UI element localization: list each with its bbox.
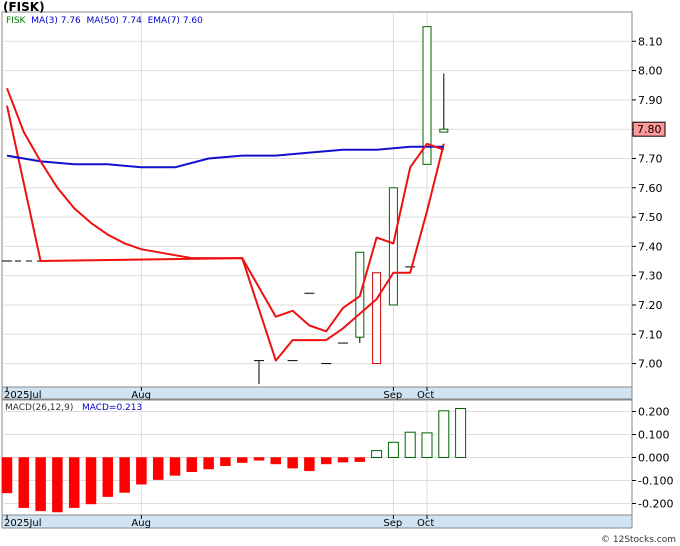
- macd-bar: [270, 457, 282, 465]
- legend-ma50-label: MA(50): [86, 16, 119, 26]
- macd-x-tick-label: Oct: [417, 518, 434, 529]
- macd-bar: [52, 457, 63, 513]
- legend-ma3-value: 7.76: [60, 16, 81, 26]
- macd-x-axis-strip: [1, 514, 633, 529]
- macd-bar: [85, 457, 97, 505]
- macd-y-tick-label: 0.000: [638, 452, 670, 465]
- last-price-label: 7.80: [637, 123, 662, 136]
- macd-y-tick-label: 0.200: [638, 406, 670, 419]
- price-panel: 7.00 7.10 7.20 7.30 7.40 7.50 7.60 7.70 7.80 7.90…: [1, 11, 666, 401]
- macd-legend: MACD(26,12,9) MACD=0.213: [5, 403, 142, 413]
- price-y-tick-label: 8.00: [638, 65, 663, 78]
- macd-bar: [337, 457, 349, 463]
- macd-bar: [68, 457, 80, 508]
- price-y-tick-label: 7.90: [638, 94, 663, 107]
- macd-bar: [152, 457, 164, 480]
- macd-value-label: MACD=0.213: [81, 403, 143, 413]
- price-y-tick-label: 7.60: [638, 182, 663, 195]
- price-y-tick-label: 7.50: [638, 211, 663, 224]
- macd-bar: [455, 408, 467, 459]
- price-y-tick-label: 7.30: [638, 270, 663, 283]
- macd-bar: [35, 457, 46, 512]
- price-y-tick-label: 7.10: [638, 328, 663, 341]
- legend-symbol: FISK: [6, 16, 26, 26]
- site-credit: © 12Stocks.com: [601, 535, 676, 545]
- candle-body: [439, 128, 449, 133]
- macd-y-tick-label: -0.200: [638, 498, 673, 511]
- macd-bar: [169, 457, 181, 476]
- macd-bar: [253, 457, 265, 461]
- price-y-tick-label: 8.10: [638, 35, 663, 48]
- macd-bar: [354, 457, 366, 462]
- macd-params-label: MACD(26,12,9): [5, 403, 74, 413]
- price-x-tick-label: Oct: [417, 390, 434, 401]
- macd-panel: -0.200 -0.100 0.000 0.100 0.200 2025Jul Aug Sep…: [1, 399, 673, 529]
- macd-bar: [421, 432, 433, 459]
- legend-ema7-label: EMA(7): [147, 16, 180, 26]
- macd-y-tick-label: -0.100: [638, 475, 673, 488]
- legend-ma3-label: MA(3): [31, 16, 58, 26]
- macd-bar: [404, 431, 416, 459]
- macd-y-tick-label: 0.100: [638, 429, 670, 442]
- price-y-tick-label: 7.00: [638, 358, 663, 371]
- macd-bar: [203, 457, 214, 470]
- macd-bar: [287, 457, 298, 469]
- stock-chart: 7.00 7.10 7.20 7.30 7.40 7.50 7.60 7.70 7.80 7.90…: [1, 11, 673, 529]
- macd-bar: [102, 457, 114, 497]
- macd-bar: [136, 457, 147, 485]
- macd-bar: [304, 457, 315, 472]
- chart-title: (FISK): [3, 0, 45, 14]
- macd-bar: [1, 457, 13, 494]
- price-plot-area: [1, 11, 633, 388]
- price-y-tick-label: 7.20: [638, 299, 663, 312]
- legend-ema7-value: 7.60: [182, 16, 203, 26]
- macd-bar: [186, 457, 198, 473]
- price-y-tick-label: 7.70: [638, 152, 663, 165]
- price-x-tick-label: 2025Jul: [4, 390, 42, 401]
- macd-bar: [320, 457, 332, 465]
- price-y-tick-label: 7.40: [638, 240, 663, 253]
- macd-bar: [220, 457, 231, 467]
- macd-x-tick-label: Aug: [131, 518, 151, 529]
- macd-x-tick-label: 2025Jul: [4, 518, 42, 529]
- price-x-tick-label: Aug: [131, 390, 151, 401]
- price-x-axis-strip: [1, 386, 633, 400]
- macd-bar: [371, 450, 383, 459]
- macd-x-tick-label: Sep: [383, 518, 402, 529]
- macd-bar: [387, 441, 399, 459]
- candle-body: [372, 272, 382, 365]
- legend-ma50-value: 7.74: [121, 16, 142, 26]
- candle-body: [388, 187, 398, 306]
- macd-bar: [236, 457, 248, 463]
- macd-bar: [18, 457, 30, 508]
- macd-bar: [119, 457, 130, 493]
- macd-bar: [438, 410, 450, 458]
- price-legend: FISK MA(3) 7.76 MA(50) 7.74 EMA(7) 7.60: [6, 16, 203, 26]
- price-x-tick-label: Sep: [383, 390, 402, 401]
